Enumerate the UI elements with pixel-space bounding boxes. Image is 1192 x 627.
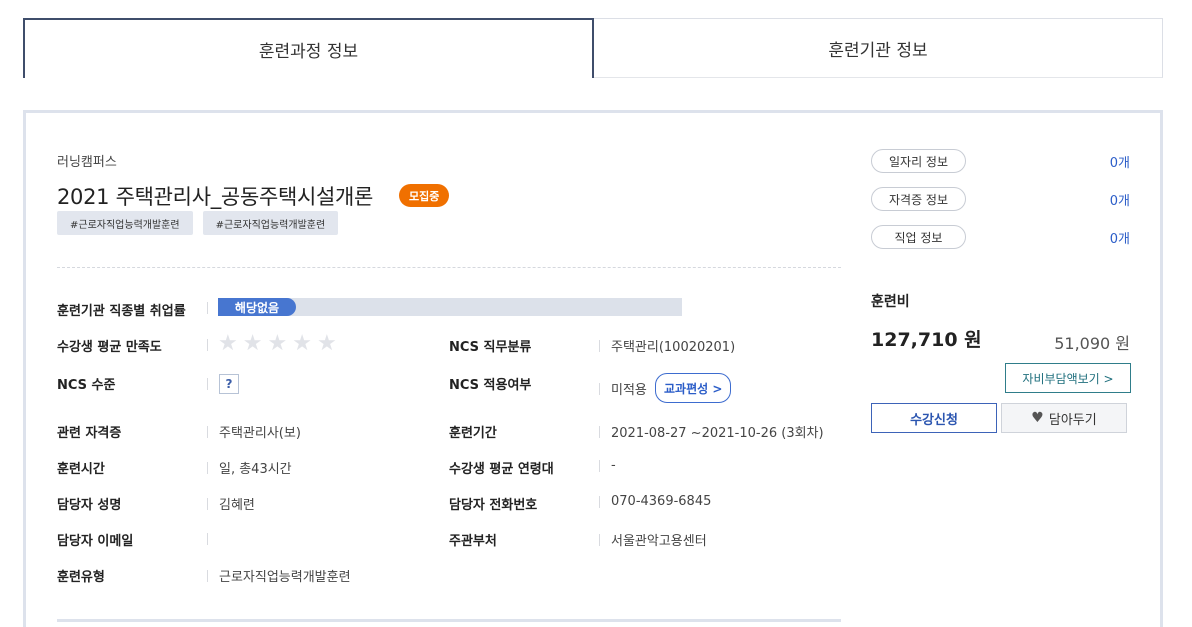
- divider: [57, 267, 841, 268]
- ncs-category-label: NCS 직무분류: [449, 340, 532, 355]
- wishlist-label: 담아두기: [1048, 412, 1097, 428]
- divider: [207, 378, 208, 390]
- license-info-button[interactable]: 자격증 정보: [871, 187, 966, 211]
- period-label: 훈련기간: [449, 426, 497, 441]
- manager-name-label: 담당자 성명: [57, 498, 122, 513]
- tag-item: #근로자직업능력개발훈련: [202, 211, 339, 235]
- license-label: 관련 자격증: [57, 426, 122, 441]
- ncs-category-value: 주택관리(10020201): [599, 336, 735, 355]
- age-value: -: [599, 458, 616, 473]
- heart-icon: ♥: [1031, 410, 1044, 426]
- divider: [57, 619, 841, 622]
- job-info-count: 0개: [1109, 156, 1130, 171]
- ncs-applied-label: NCS 적용여부: [449, 378, 532, 393]
- satisfaction-stars: ★ ★ ★ ★ ★: [218, 331, 337, 356]
- manager-phone-value: 070-4369-6845: [599, 494, 711, 509]
- hours-label: 훈련시간: [57, 462, 105, 477]
- employment-rate-fill: 해당없음: [218, 298, 296, 316]
- star-icon: ★: [267, 331, 288, 356]
- divider: [207, 339, 208, 351]
- manager-email-label: 담당자 이메일: [57, 534, 134, 549]
- type-label: 훈련유형: [57, 570, 105, 585]
- license-info-count: 0개: [1109, 194, 1130, 209]
- status-badge: 모집중: [399, 184, 450, 207]
- apply-button[interactable]: 수강신청: [871, 403, 997, 433]
- course-detail-panel: 러닝캠퍼스 2021 주택관리사_공동주택시설개론 모집중 #근로자직업능력개발…: [23, 110, 1163, 627]
- star-icon: ★: [242, 331, 263, 356]
- satisfaction-label: 수강생 평균 만족도: [57, 340, 162, 355]
- tab-institution-info[interactable]: 훈련기관 정보: [594, 18, 1163, 78]
- star-icon: ★: [292, 331, 312, 356]
- tag-item: #근로자직업능력개발훈련: [57, 211, 193, 235]
- employment-rate-bar: 해당없음: [218, 298, 682, 316]
- fee-title: 훈련비: [871, 294, 910, 310]
- job-info-button[interactable]: 일자리 정보: [871, 149, 966, 173]
- dept-value: 서울관악고용센터: [599, 530, 707, 549]
- occupation-info-count: 0개: [1109, 232, 1130, 247]
- license-value: 주택관리사(보): [207, 422, 301, 441]
- self-pay-button[interactable]: 자비부담액보기 >: [1005, 363, 1131, 393]
- divider: [207, 533, 208, 545]
- tab-bar: 훈련과정 정보 훈련기관 정보: [23, 18, 1163, 78]
- dept-label: 주관부처: [449, 534, 497, 549]
- ncs-level-label: NCS 수준: [57, 378, 116, 393]
- org-name: 러닝캠퍼스: [57, 155, 117, 170]
- ncs-applied-value: 미적용: [599, 379, 647, 398]
- period-value: 2021-08-27 ~2021-10-26 (3회차): [599, 422, 824, 441]
- ncs-level-help-icon[interactable]: ?: [219, 374, 239, 394]
- star-icon: ★: [218, 331, 238, 356]
- fee-total: 127,710 원: [871, 329, 982, 351]
- star-icon: ★: [316, 331, 337, 356]
- type-value: 근로자직업능력개발훈련: [207, 566, 351, 585]
- manager-phone-label: 담당자 전화번호: [449, 498, 538, 513]
- manager-name-value: 김혜련: [207, 494, 255, 513]
- tag-list: #근로자직업능력개발훈련 #근로자직업능력개발훈련: [57, 211, 339, 235]
- occupation-info-button[interactable]: 직업 정보: [871, 225, 966, 249]
- wishlist-button[interactable]: ♥ 담아두기: [1001, 403, 1127, 433]
- tab-course-info[interactable]: 훈련과정 정보: [23, 18, 594, 78]
- age-label: 수강생 평균 연령대: [449, 462, 554, 477]
- divider: [207, 302, 208, 314]
- curriculum-button[interactable]: 교과편성 >: [655, 373, 732, 403]
- fee-self-pay: 51,090 원: [1054, 334, 1130, 353]
- employment-rate-label: 훈련기관 직종별 취업률: [57, 304, 186, 319]
- course-title: 2021 주택관리사_공동주택시설개론: [57, 185, 374, 209]
- hours-value: 일, 총43시간: [207, 458, 292, 477]
